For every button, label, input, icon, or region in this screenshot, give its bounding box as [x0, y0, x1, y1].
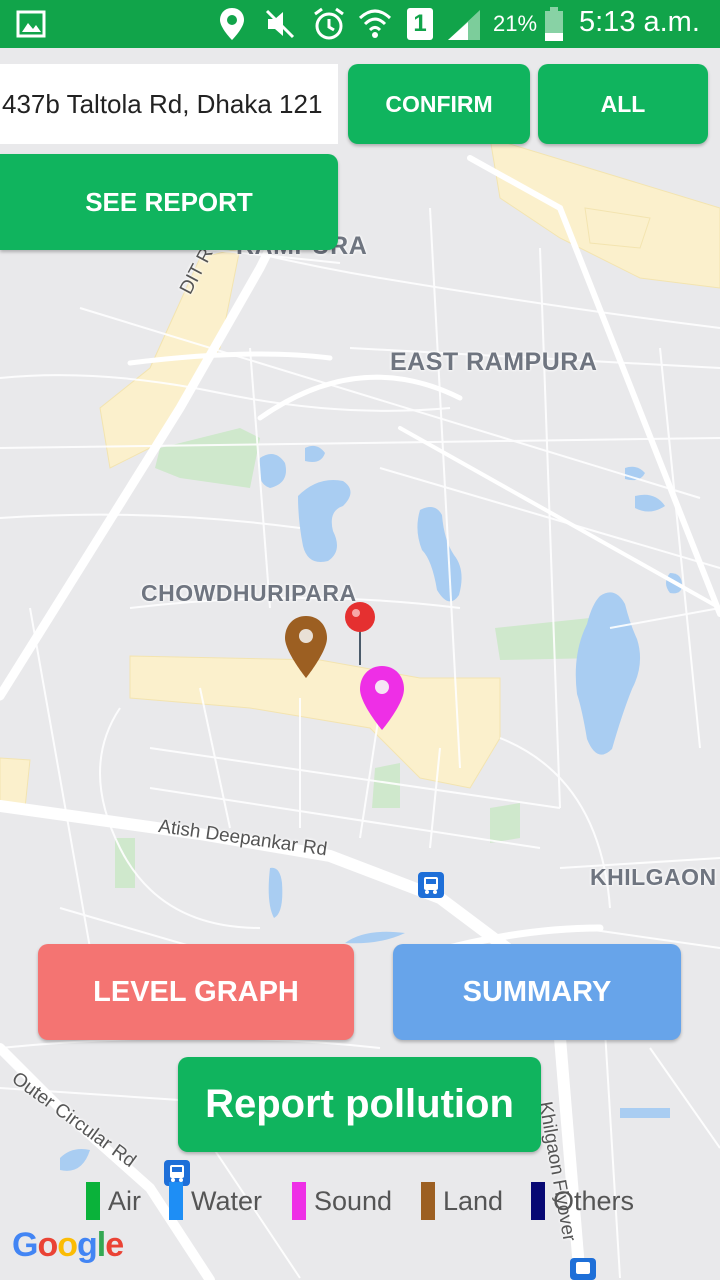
clock: 5:13 a.m.	[579, 6, 700, 38]
bus-stop-icon[interactable]	[570, 1258, 596, 1280]
status-bar: 1 21% 5:13 a.m.	[0, 0, 720, 48]
legend-swatch	[292, 1182, 306, 1220]
legend-label: Others	[553, 1185, 635, 1216]
legend-swatch	[169, 1182, 183, 1220]
legend-item-sound: Sound	[292, 1182, 392, 1220]
mute-icon	[265, 9, 295, 39]
legend-item-air: Air	[86, 1182, 141, 1220]
see-report-button[interactable]: SEE REPORT	[0, 154, 338, 250]
current-location-marker[interactable]	[343, 601, 377, 667]
confirm-button[interactable]: CONFIRM	[348, 64, 530, 144]
map-area-label: CHOWDHURIPARA	[141, 580, 357, 606]
land-pollution-marker[interactable]	[283, 614, 329, 680]
sim-icon: 1	[407, 8, 433, 40]
bus-stop-icon[interactable]	[418, 872, 444, 898]
legend-swatch	[531, 1182, 545, 1220]
battery-percent: 21%	[493, 11, 538, 36]
location-icon	[220, 8, 244, 40]
battery-icon	[545, 7, 563, 41]
map-area-label: KHILGAON	[590, 864, 717, 890]
signal-icon	[448, 10, 480, 40]
summary-button[interactable]: SUMMARY	[393, 944, 681, 1040]
legend-item-water: Water	[169, 1182, 262, 1220]
legend-label: Land	[443, 1185, 504, 1216]
legend-item-others: Others	[531, 1182, 634, 1220]
address-input[interactable]	[0, 64, 338, 144]
report-pollution-button[interactable]: Report pollution	[178, 1057, 541, 1152]
wifi-icon	[358, 9, 392, 38]
legend-label: Air	[108, 1185, 141, 1216]
sound-pollution-marker[interactable]	[358, 664, 406, 732]
legend-item-land: Land	[421, 1182, 503, 1220]
google-logo: Google	[12, 1226, 124, 1264]
alarm-icon	[314, 7, 344, 40]
legend-label: Water	[191, 1185, 263, 1216]
gallery-icon	[16, 10, 46, 38]
legend-swatch	[421, 1182, 435, 1220]
all-button[interactable]: ALL	[538, 64, 708, 144]
legend-label: Sound	[314, 1185, 393, 1216]
map-area-label: EAST RAMPURA	[390, 348, 598, 376]
level-graph-button[interactable]: LEVEL GRAPH	[38, 944, 354, 1040]
legend-swatch	[86, 1182, 100, 1220]
